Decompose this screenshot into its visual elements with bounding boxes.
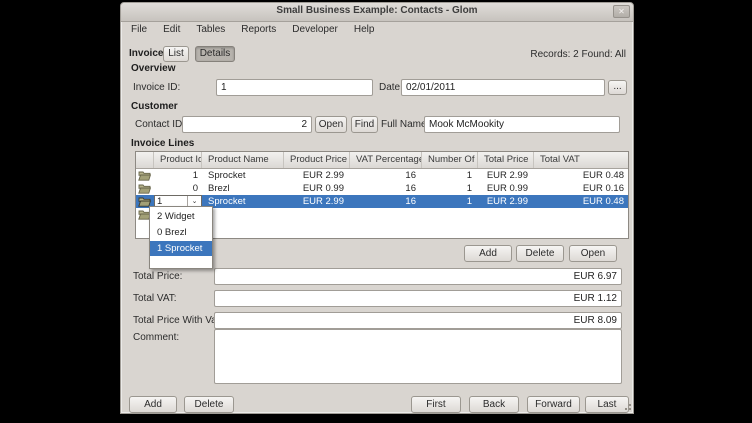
date-picker-button[interactable]: ...: [608, 80, 627, 95]
header-total-price[interactable]: Total Price: [478, 152, 534, 168]
contact-id-field[interactable]: 2: [182, 116, 312, 133]
record-delete-button[interactable]: Delete: [184, 396, 234, 413]
cell-total-vat: EUR 0.48: [534, 169, 628, 182]
header-number-of[interactable]: Number Of: [422, 152, 478, 168]
header-product-name[interactable]: Product Name: [202, 152, 284, 168]
total-with-vat-label: Total Price With Vat:: [133, 315, 222, 326]
comment-field[interactable]: [214, 329, 622, 384]
header-product-id[interactable]: Product Id: [154, 152, 202, 168]
total-price-field: EUR 6.97: [214, 268, 622, 285]
record-add-button[interactable]: Add: [129, 396, 177, 413]
overview-heading: Overview: [131, 63, 175, 74]
total-with-vat-field: EUR 8.09: [214, 312, 622, 329]
customer-heading: Customer: [131, 101, 178, 112]
cell-product-name: Sprocket: [202, 195, 284, 208]
table-header-row: Product Id Product Name Product Price VA…: [136, 152, 628, 169]
dropdown-item[interactable]: 2 Widget: [150, 209, 212, 225]
cell-total-price: EUR 2.99: [478, 169, 534, 182]
screen-background: Small Business Example: Contacts - Glom …: [0, 0, 752, 423]
header-total-vat[interactable]: Total VAT: [534, 152, 628, 168]
cell-total-price: EUR 2.99: [478, 195, 534, 208]
cell-vat-percentage: 16: [350, 169, 422, 182]
invoice-lines-heading: Invoice Lines: [131, 138, 194, 149]
total-price-label: Total Price:: [133, 271, 182, 282]
total-vat-label: Total VAT:: [133, 293, 177, 304]
cell-product-id: 1: [154, 169, 202, 182]
total-vat-field: EUR 1.12: [214, 290, 622, 307]
line-add-button[interactable]: Add: [464, 245, 512, 262]
full-name-label: Full Name:: [381, 119, 429, 130]
records-summary: Records: 2 Found: All: [530, 49, 626, 60]
menu-reports[interactable]: Reports: [233, 23, 284, 37]
cell-total-vat: EUR 0.48: [534, 195, 628, 208]
comment-label: Comment:: [133, 332, 179, 343]
row-open-icon[interactable]: [136, 169, 154, 182]
date-field[interactable]: 02/01/2011: [401, 79, 605, 96]
full-name-field: Mook McMookity: [424, 116, 620, 133]
cell-total-price: EUR 0.99: [478, 182, 534, 195]
header-vat-percentage[interactable]: VAT Percentage: [350, 152, 422, 168]
close-icon[interactable]: ✕: [613, 5, 630, 18]
cell-number-of: 1: [422, 182, 478, 195]
invoice-id-label: Invoice ID:: [133, 82, 180, 93]
menu-developer[interactable]: Developer: [284, 23, 346, 37]
details-view-button[interactable]: Details: [195, 46, 235, 62]
menu-edit[interactable]: Edit: [155, 23, 188, 37]
cell-product-name: Brezl: [202, 182, 284, 195]
titlebar[interactable]: Small Business Example: Contacts - Glom …: [121, 3, 633, 22]
cell-product-price: EUR 0.99: [284, 182, 350, 195]
product-id-dropdown: 2 Widget 0 Brezl 1 Sprocket: [149, 206, 213, 269]
contact-find-button[interactable]: Find: [351, 116, 378, 133]
cell-product-name: Sprocket: [202, 169, 284, 182]
cell-product-price: EUR 2.99: [284, 169, 350, 182]
cell-product-id: 0: [154, 182, 202, 195]
cell-product-price: EUR 2.99: [284, 195, 350, 208]
nav-forward-button[interactable]: Forward: [527, 396, 580, 413]
header-product-price[interactable]: Product Price: [284, 152, 350, 168]
cell-number-of: 1: [422, 169, 478, 182]
table-row[interactable]: 1 Sprocket EUR 2.99 16 1 EUR 2.99 EUR 0.…: [136, 169, 628, 182]
menu-tables[interactable]: Tables: [188, 23, 233, 37]
nav-back-button[interactable]: Back: [469, 396, 519, 413]
dropdown-item-highlighted[interactable]: 1 Sprocket: [150, 241, 212, 256]
contact-id-label: Contact ID:: [135, 119, 185, 130]
table-row[interactable]: 0 Brezl EUR 0.99 16 1 EUR 0.99 EUR 0.16: [136, 182, 628, 195]
list-view-button[interactable]: List: [163, 46, 189, 62]
line-open-button[interactable]: Open: [569, 245, 617, 262]
glom-window: Small Business Example: Contacts - Glom …: [120, 2, 634, 414]
contact-open-button[interactable]: Open: [315, 116, 347, 133]
menubar: File Edit Tables Reports Developer Help: [123, 23, 382, 37]
cell-total-vat: EUR 0.16: [534, 182, 628, 195]
menu-file[interactable]: File: [123, 23, 155, 37]
resize-grip[interactable]: [623, 404, 631, 412]
cell-vat-percentage: 16: [350, 195, 422, 208]
row-open-icon[interactable]: [136, 182, 154, 195]
invoice-id-field[interactable]: 1: [216, 79, 373, 96]
nav-first-button[interactable]: First: [411, 396, 461, 413]
dropdown-item[interactable]: 0 Brezl: [150, 225, 212, 241]
line-delete-button[interactable]: Delete: [516, 245, 564, 262]
header-icon-col[interactable]: [136, 152, 154, 168]
date-label: Date:: [379, 82, 403, 93]
cell-vat-percentage: 16: [350, 182, 422, 195]
cell-number-of: 1: [422, 195, 478, 208]
menu-help[interactable]: Help: [346, 23, 383, 37]
window-title: Small Business Example: Contacts - Glom: [121, 5, 633, 16]
